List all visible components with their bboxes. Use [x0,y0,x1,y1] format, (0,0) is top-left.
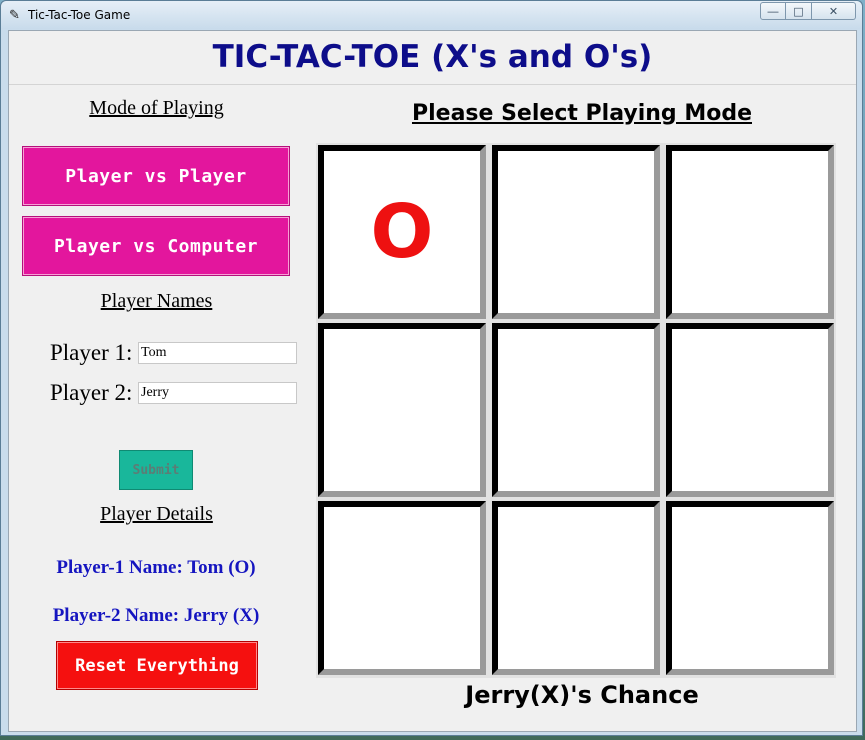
mode-heading: Please Select Playing Mode [411,101,752,126]
page-title: TIC-TAC-TOE (X's and O's) [212,39,653,75]
board-cell-1[interactable]: O [318,145,486,319]
minimize-icon: ― [767,4,779,18]
close-icon: ✕ [828,4,839,18]
minimize-button[interactable]: ― [760,2,786,20]
player-details-label: Player Details [100,503,213,525]
player-vs-player-button[interactable]: Player vs Player [22,146,290,206]
reset-button[interactable]: Reset Everything [56,641,258,690]
title-bar[interactable]: ✎ Tic-Tac-Toe Game ― □ ✕ [1,1,862,29]
board-cell-6[interactable] [666,323,834,497]
header: TIC-TAC-TOE (X's and O's) [9,31,856,85]
maximize-icon: □ [793,4,804,18]
feather-icon: ✎ [9,7,20,22]
player-vs-computer-button[interactable]: Player vs Computer [22,216,290,276]
board-cell-3[interactable] [666,145,834,319]
board-cell-2[interactable] [492,145,660,319]
board-cell-8[interactable] [492,501,660,675]
board-cell-9[interactable] [666,501,834,675]
player1-detail: Player-1 Name: Tom (O) [56,557,256,578]
player2-label: Player 2: [50,380,133,405]
board-cell-7[interactable] [318,501,486,675]
turn-status: Jerry(X)'s Chance [465,681,699,709]
mode-of-playing-label: Mode of Playing [89,97,224,119]
submit-button[interactable]: Submit [119,450,193,490]
game-panel: TIC-TAC-TOE (X's and O's) Mode of Playin… [8,30,857,732]
cell-mark: O [370,189,434,275]
close-button[interactable]: ✕ [812,2,856,20]
player1-input[interactable] [138,342,297,364]
board-cell-5[interactable] [492,323,660,497]
app-window: ✎ Tic-Tac-Toe Game ― □ ✕ TIC-TAC-TOE (X'… [0,0,863,736]
player2-input[interactable] [138,382,297,404]
window-controls: ― □ ✕ [760,2,856,20]
maximize-button[interactable]: □ [786,2,812,20]
player2-detail: Player-2 Name: Jerry (X) [52,605,260,626]
game-board: O [316,143,836,678]
player-names-label: Player Names [100,290,213,312]
player1-label: Player 1: [50,340,133,365]
window-title: Tic-Tac-Toe Game [28,8,131,22]
board-cell-4[interactable] [318,323,486,497]
